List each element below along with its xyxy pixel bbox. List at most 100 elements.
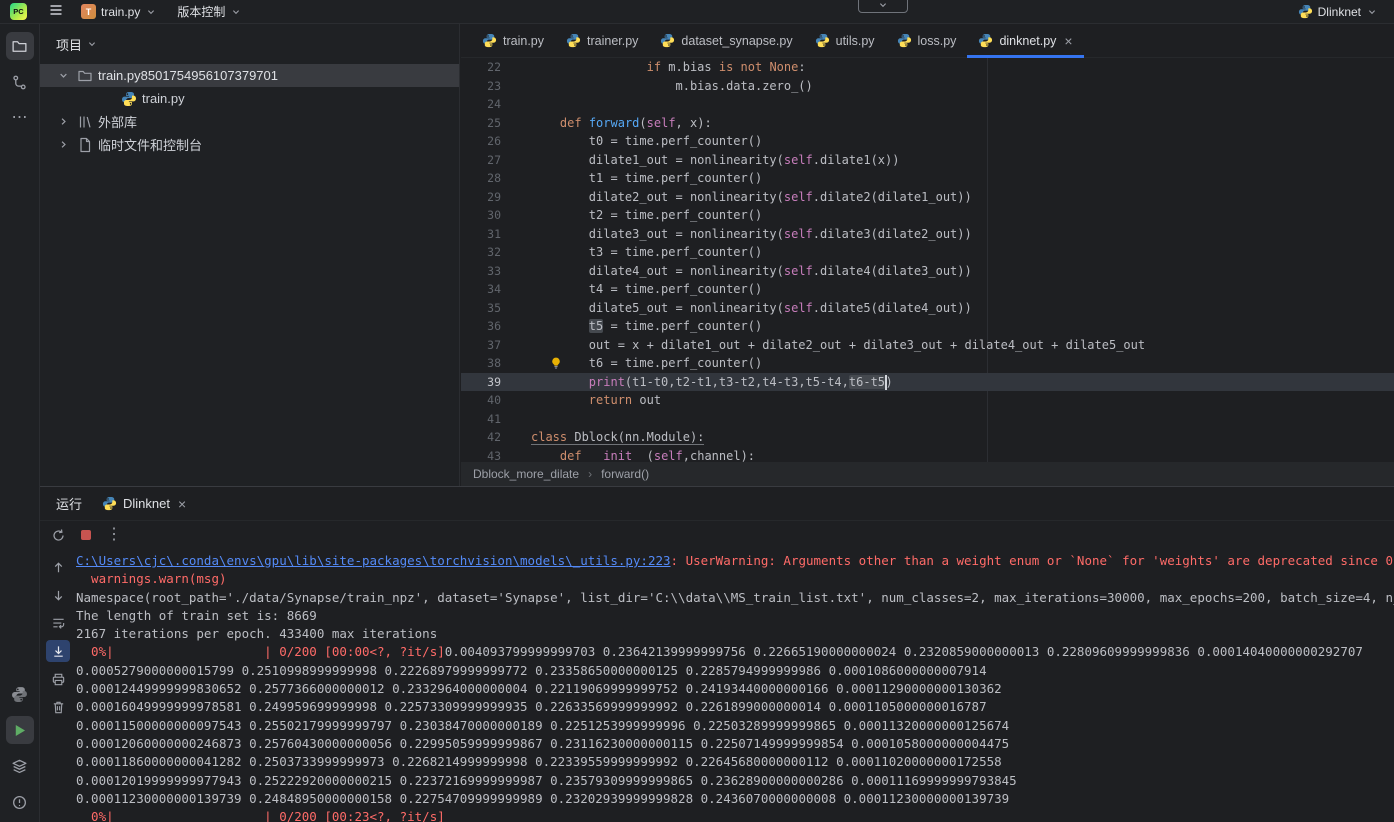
tree-item-scratches-and-consoles[interactable]: 临时文件和控制台 (40, 133, 459, 156)
scratch-icon (77, 137, 93, 153)
code-line-30[interactable]: 30 t2 = time.perf_counter() (461, 206, 1394, 225)
code-line-39[interactable]: 39 print(t1-t0,t2-t1,t3-t2,t4-t3,t5-t4,t… (461, 373, 1394, 392)
vcs-selector[interactable]: 版本控制 (171, 1, 248, 22)
code-line-31[interactable]: 31 dilate3_out = nonlinearity(self.dilat… (461, 225, 1394, 244)
python-icon (121, 91, 137, 107)
close-icon[interactable]: × (178, 497, 186, 511)
editor-tab-loss.py[interactable]: loss.py (886, 24, 968, 57)
run-panel: 运行 Dlinknet × ⋮ C:\Users\cjc\.conda\envs… (40, 486, 1394, 822)
code-text: t0 = time.perf_counter() (531, 132, 1394, 151)
editor-tab-utils.py[interactable]: utils.py (804, 24, 886, 57)
code-text: def __init__(self,channel): (531, 447, 1394, 463)
editor-tab-trainer.py[interactable]: trainer.py (555, 24, 649, 57)
run-config-selector[interactable]: Dlinknet (1292, 2, 1384, 21)
code-line-42[interactable]: 42class Dblock(nn.Module): (461, 428, 1394, 447)
console-line: 0.00016049999999978581 0.249959699999998… (76, 698, 1394, 716)
services-icon[interactable] (6, 752, 34, 780)
code-editor[interactable]: 22 if m.bias is not None:23 m.bias.data.… (461, 58, 1394, 462)
code-text: t3 = time.perf_counter() (531, 243, 1394, 262)
rerun-icon[interactable] (46, 524, 70, 546)
project-panel: 项目 train.py8501754956107379701 train.py 外部… (40, 24, 460, 486)
editor-tab-bar: train.pytrainer.py dataset_synapse.py util… (461, 24, 1394, 58)
problems-icon[interactable] (6, 788, 34, 816)
line-number: 39 (461, 373, 501, 392)
tree-item-label: 外部库 (98, 112, 137, 131)
project-panel-title: 项目 (56, 35, 82, 54)
center-dropdown[interactable] (858, 0, 908, 13)
code-line-23[interactable]: 23 m.bias.data.zero_() (461, 77, 1394, 96)
code-text: dilate1_out = nonlinearity(self.dilate1(… (531, 151, 1394, 170)
console-text: 0%| | 0/200 [00:23<?, ?it/s] (76, 809, 445, 822)
line-number: 36 (461, 317, 501, 336)
library-icon (77, 114, 93, 130)
main-menu-button[interactable] (45, 2, 67, 22)
code-line-28[interactable]: 28 t1 = time.perf_counter() (461, 169, 1394, 188)
code-line-35[interactable]: 35 dilate5_out = nonlinearity(self.dilat… (461, 299, 1394, 318)
chevron-right-icon[interactable] (54, 137, 72, 153)
breadcrumb-separator: › (588, 467, 592, 481)
code-line-38[interactable]: 38 t6 = time.perf_counter() (461, 354, 1394, 373)
run-tab-dlinknet[interactable]: Dlinknet × (102, 496, 186, 511)
editor-tab-train.py[interactable]: train.py (471, 24, 555, 57)
soft-wrap-icon[interactable] (46, 612, 70, 634)
line-number: 43 (461, 447, 501, 463)
project-folder-icon[interactable] (6, 32, 34, 60)
console-text: 0.004093799999999703 0.23642139999999756… (445, 644, 1363, 659)
code-line-43[interactable]: 43 def __init__(self,channel): (461, 447, 1394, 463)
code-line-24[interactable]: 24 (461, 95, 1394, 114)
run-panel-header: 运行 Dlinknet × (40, 487, 1394, 521)
breadcrumb: Dblock_more_dilate › forward() (461, 462, 1394, 486)
python-icon (102, 496, 117, 511)
scroll-to-end-icon[interactable] (46, 640, 70, 662)
tree-item-label: train.py (142, 91, 185, 106)
stop-icon[interactable] (74, 524, 98, 546)
line-number: 25 (461, 114, 501, 133)
tree-item-train-py-file[interactable]: train.py (40, 87, 459, 110)
tree-item-external-libraries[interactable]: 外部库 (40, 110, 459, 133)
more-vertical-icon[interactable]: ⋮ (102, 524, 126, 546)
code-line-27[interactable]: 27 dilate1_out = nonlinearity(self.dilat… (461, 151, 1394, 170)
code-line-32[interactable]: 32 t3 = time.perf_counter() (461, 243, 1394, 262)
code-line-25[interactable]: 25 def forward(self, x): (461, 114, 1394, 133)
tab-label: dataset_synapse.py (681, 34, 792, 48)
more-horizontal-icon[interactable]: ⋯ (6, 104, 34, 132)
console-line: 0.00011860000000041282 0.250373399999997… (76, 753, 1394, 771)
chevron-spacer (98, 91, 116, 107)
editor-tab-dinknet.py[interactable]: dinknet.py× (967, 24, 1083, 57)
python-file-icon (566, 33, 581, 48)
chevron-right-icon[interactable] (54, 114, 72, 130)
structure-icon[interactable] (6, 68, 34, 96)
editor-tab-dataset_synapse.py[interactable]: dataset_synapse.py (649, 24, 803, 57)
code-line-37[interactable]: 37 out = x + dilate1_out + dilate2_out +… (461, 336, 1394, 355)
console-text: 2167 iterations per epoch. 433400 max it… (76, 626, 437, 641)
up-arrow-icon[interactable] (46, 556, 70, 578)
line-number: 34 (461, 280, 501, 299)
project-selector-label: train.py (101, 5, 140, 19)
clear-all-icon[interactable] (46, 696, 70, 718)
code-line-41[interactable]: 41 (461, 410, 1394, 429)
breadcrumb-class[interactable]: Dblock_more_dilate (473, 467, 579, 481)
line-number: 26 (461, 132, 501, 151)
code-line-34[interactable]: 34 t4 = time.perf_counter() (461, 280, 1394, 299)
project-tree: train.py8501754956107379701 train.py 外部库临时… (40, 64, 459, 156)
breadcrumb-method[interactable]: forward() (601, 467, 649, 481)
code-line-40[interactable]: 40 return out (461, 391, 1394, 410)
chevron-down-icon[interactable] (54, 68, 72, 84)
console-output[interactable]: C:\Users\cjc\.conda\envs\gpu\lib\site-pa… (76, 550, 1394, 822)
line-number: 42 (461, 428, 501, 447)
python-console-icon[interactable] (6, 680, 34, 708)
project-selector[interactable]: T train.py (75, 2, 163, 21)
console-file-link[interactable]: C:\Users\cjc\.conda\envs\gpu\lib\site-pa… (76, 553, 671, 568)
tree-item-project-root[interactable]: train.py8501754956107379701 (40, 64, 459, 87)
close-tab-icon[interactable]: × (1064, 34, 1072, 48)
project-panel-header[interactable]: 项目 (40, 24, 459, 64)
print-icon[interactable] (46, 668, 70, 690)
code-line-36[interactable]: 36 t5 = time.perf_counter() (461, 317, 1394, 336)
code-line-29[interactable]: 29 dilate2_out = nonlinearity(self.dilat… (461, 188, 1394, 207)
code-text: t4 = time.perf_counter() (531, 280, 1394, 299)
down-arrow-icon[interactable] (46, 584, 70, 606)
run-icon[interactable] (6, 716, 34, 744)
code-line-26[interactable]: 26 t0 = time.perf_counter() (461, 132, 1394, 151)
code-line-33[interactable]: 33 dilate4_out = nonlinearity(self.dilat… (461, 262, 1394, 281)
code-line-22[interactable]: 22 if m.bias is not None: (461, 58, 1394, 77)
